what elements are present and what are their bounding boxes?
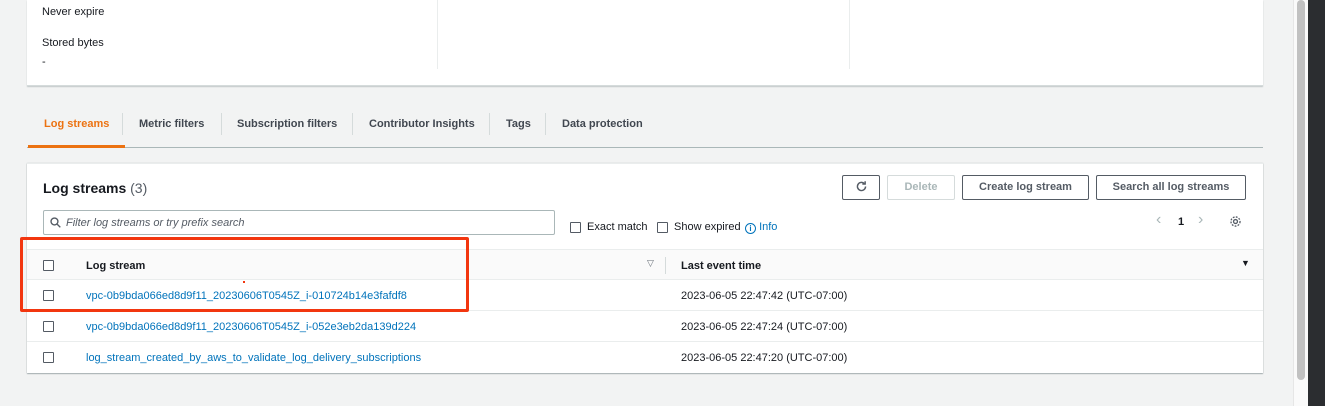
tab-metric-filters[interactable]: Metric filters	[139, 110, 204, 148]
table-row: log_stream_created_by_aws_to_validate_lo…	[27, 342, 1263, 373]
tab-tags[interactable]: Tags	[506, 110, 531, 148]
info-link[interactable]: i Info	[745, 221, 777, 234]
info-link-label: Info	[759, 221, 778, 233]
info-icon: i	[745, 223, 756, 234]
tab-subscription-filters[interactable]: Subscription filters	[237, 110, 337, 148]
exact-match-label: Exact match	[587, 221, 648, 233]
sort-descending-icon[interactable]: ▼	[1241, 258, 1250, 268]
row-checkbox[interactable]	[43, 321, 54, 332]
refresh-button[interactable]	[842, 175, 880, 200]
log-group-details-card: Never expire Stored bytes -	[27, 0, 1263, 86]
column-divider	[849, 0, 850, 69]
show-expired-checkbox[interactable]	[657, 222, 668, 233]
previous-page-icon[interactable]: ‹	[1156, 211, 1161, 229]
window-edge	[1308, 0, 1325, 406]
page-number[interactable]: 1	[1178, 216, 1184, 228]
tab-divider	[221, 113, 222, 135]
tab-contributor-insights[interactable]: Contributor Insights	[369, 110, 475, 148]
log-stream-link[interactable]: log_stream_created_by_aws_to_validate_lo…	[86, 352, 421, 364]
refresh-icon	[856, 181, 866, 192]
details-tabs: Log streams Metric filters Subscription …	[27, 110, 1263, 148]
panel-title: Log streams (3)	[43, 180, 147, 196]
filter-box	[43, 210, 555, 235]
exact-match-checkbox[interactable]	[570, 222, 581, 233]
create-log-stream-button[interactable]: Create log stream	[962, 175, 1089, 200]
sort-icon[interactable]: ▽	[647, 258, 654, 269]
filter-log-streams-input[interactable]	[66, 214, 546, 231]
last-event-time: 2023-06-05 22:47:24 (UTC-07:00)	[681, 321, 848, 333]
column-header-log-stream[interactable]: Log stream	[86, 260, 145, 272]
gear-icon[interactable]	[1229, 215, 1242, 228]
stored-bytes-label: Stored bytes	[42, 37, 104, 49]
tab-data-protection[interactable]: Data protection	[562, 110, 643, 148]
show-expired-label: Show expired	[674, 221, 741, 233]
delete-button[interactable]: Delete	[887, 175, 955, 200]
row-checkbox[interactable]	[43, 290, 54, 301]
column-resizer[interactable]	[665, 257, 666, 274]
panel-title-text: Log streams	[43, 180, 127, 196]
search-icon	[50, 217, 61, 228]
table-row: vpc-0b9bda066ed8d9f11_20230606T0545Z_i-0…	[27, 280, 1263, 311]
table-row: vpc-0b9bda066ed8d9f11_20230606T0545Z_i-0…	[27, 311, 1263, 342]
tab-divider	[352, 113, 353, 135]
log-stream-link[interactable]: vpc-0b9bda066ed8d9f11_20230606T0545Z_i-0…	[86, 321, 416, 333]
tab-divider	[545, 113, 546, 135]
log-stream-link[interactable]: vpc-0b9bda066ed8d9f11_20230606T0545Z_i-0…	[86, 290, 407, 302]
retention-value: Never expire	[42, 6, 105, 18]
next-page-icon[interactable]: ›	[1198, 211, 1203, 229]
select-all-checkbox[interactable]	[43, 260, 54, 271]
log-streams-panel: Log streams (3) Delete Create log stream…	[27, 163, 1263, 373]
row-checkbox[interactable]	[43, 352, 54, 363]
table-header: Log stream ▽ Last event time ▼	[27, 249, 1263, 280]
column-divider	[437, 0, 438, 69]
tab-divider	[122, 113, 123, 135]
last-event-time: 2023-06-05 22:47:42 (UTC-07:00)	[681, 290, 848, 302]
search-all-log-streams-button[interactable]: Search all log streams	[1096, 175, 1246, 200]
stream-count: (3)	[130, 180, 148, 196]
stored-bytes-value: -	[42, 56, 46, 68]
column-header-last-event-time[interactable]: Last event time	[681, 260, 761, 272]
tab-log-streams[interactable]: Log streams	[27, 110, 126, 148]
last-event-time: 2023-06-05 22:47:20 (UTC-07:00)	[681, 352, 848, 364]
annotation-dot	[243, 281, 245, 283]
scrollbar-thumb[interactable]	[1297, 0, 1305, 380]
tab-divider	[489, 113, 490, 135]
